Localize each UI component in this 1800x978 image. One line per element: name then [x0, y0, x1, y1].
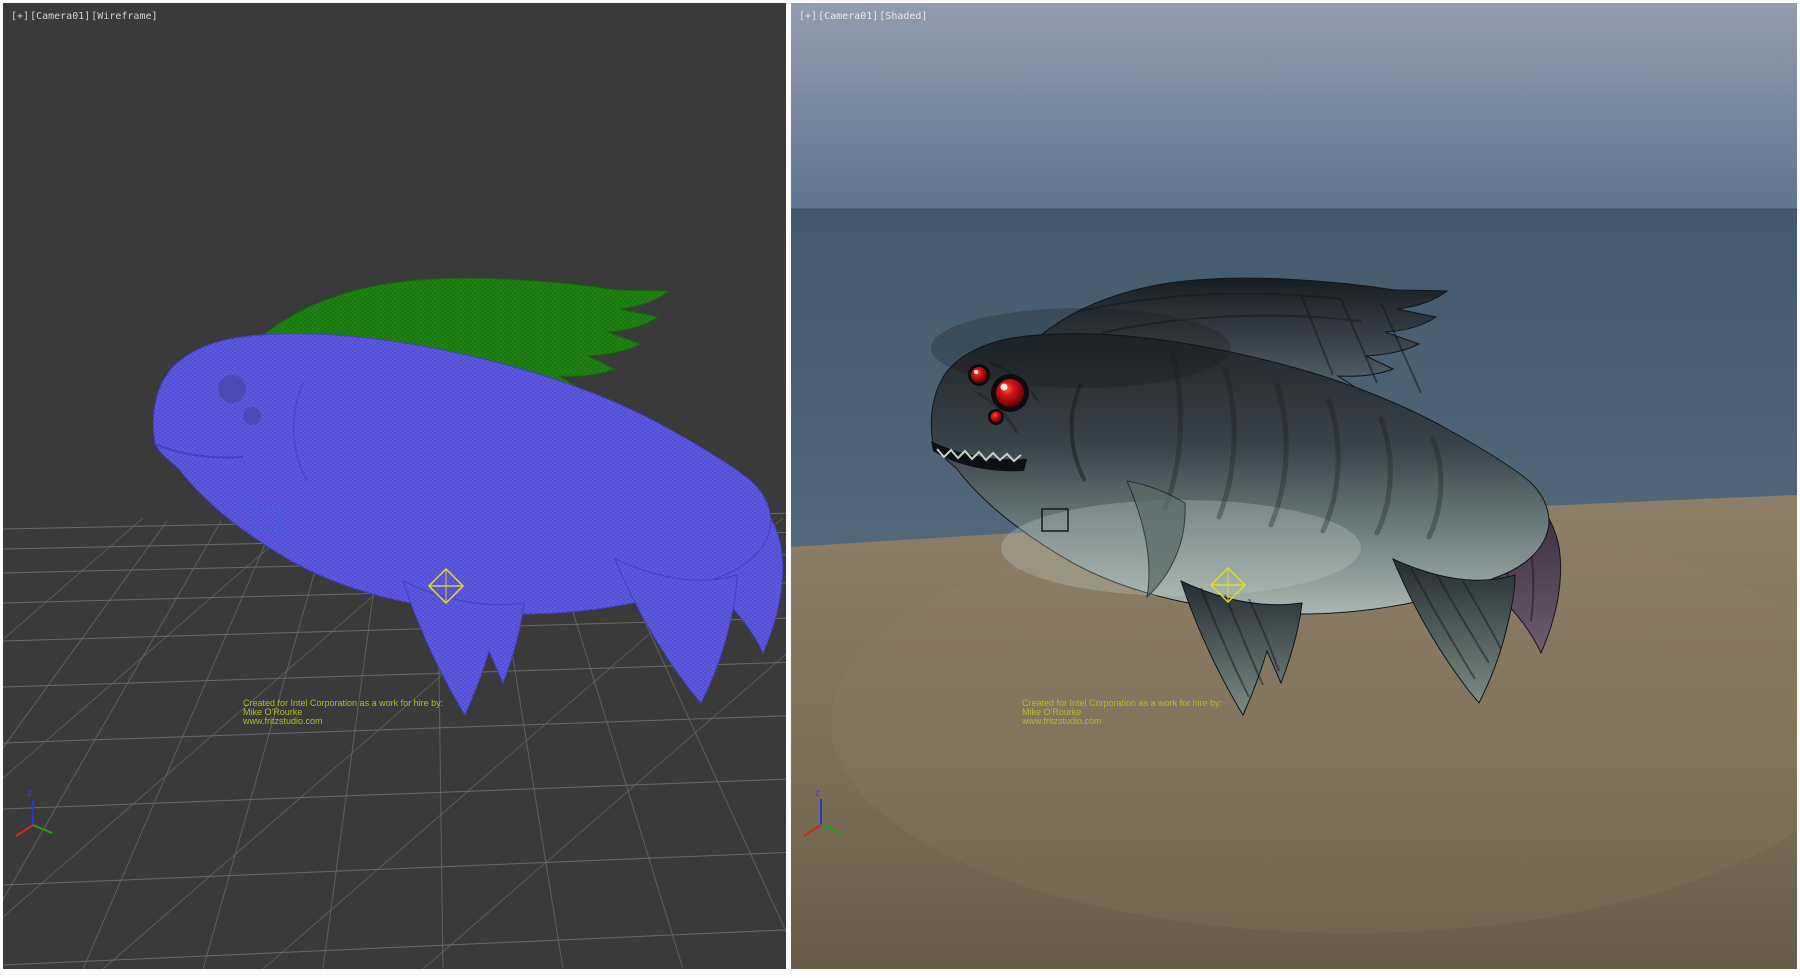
viewport-shading-menu[interactable]: [Wireframe] — [91, 11, 157, 22]
fish-eye — [218, 375, 246, 403]
viewport-pov-menu[interactable]: [Camera01] — [30, 11, 90, 22]
axis-z-label: z — [27, 788, 32, 799]
viewport-area: [+][Camera01][Wireframe] — [0, 0, 1800, 978]
watermark-line: www.fritzstudio.com — [243, 717, 443, 726]
watermark: Created for Intel Corporation as a work … — [243, 699, 443, 726]
wireframe-canvas[interactable]: z — [3, 3, 786, 969]
watermark-line: www.fritzstudio.com — [1022, 717, 1222, 726]
viewport-wireframe[interactable]: [+][Camera01][Wireframe] — [3, 3, 786, 969]
viewport-shaded[interactable]: [+][Camera01][Shaded] — [791, 3, 1797, 969]
viewport-general-menu[interactable]: [+] — [11, 11, 29, 22]
viewport-pov-menu[interactable]: [Camera01] — [818, 11, 878, 22]
fish-eye — [996, 379, 1024, 407]
watermark: Created for Intel Corporation as a work … — [1022, 699, 1222, 726]
fish-eye-small — [971, 367, 987, 383]
viewport-label: [+][Camera01][Wireframe] — [11, 11, 159, 22]
fish-eye-tiny — [991, 412, 1002, 423]
viewport-general-menu[interactable]: [+] — [799, 11, 817, 22]
eye-highlight — [1001, 384, 1008, 391]
viewport-label: [+][Camera01][Shaded] — [799, 11, 928, 22]
shaded-canvas[interactable]: z — [791, 3, 1797, 969]
axis-z-label: z — [815, 788, 820, 799]
eye-highlight — [974, 370, 978, 374]
fish-eye-small — [243, 407, 261, 425]
viewport-shading-menu[interactable]: [Shaded] — [879, 11, 927, 22]
sky — [791, 3, 1797, 210]
